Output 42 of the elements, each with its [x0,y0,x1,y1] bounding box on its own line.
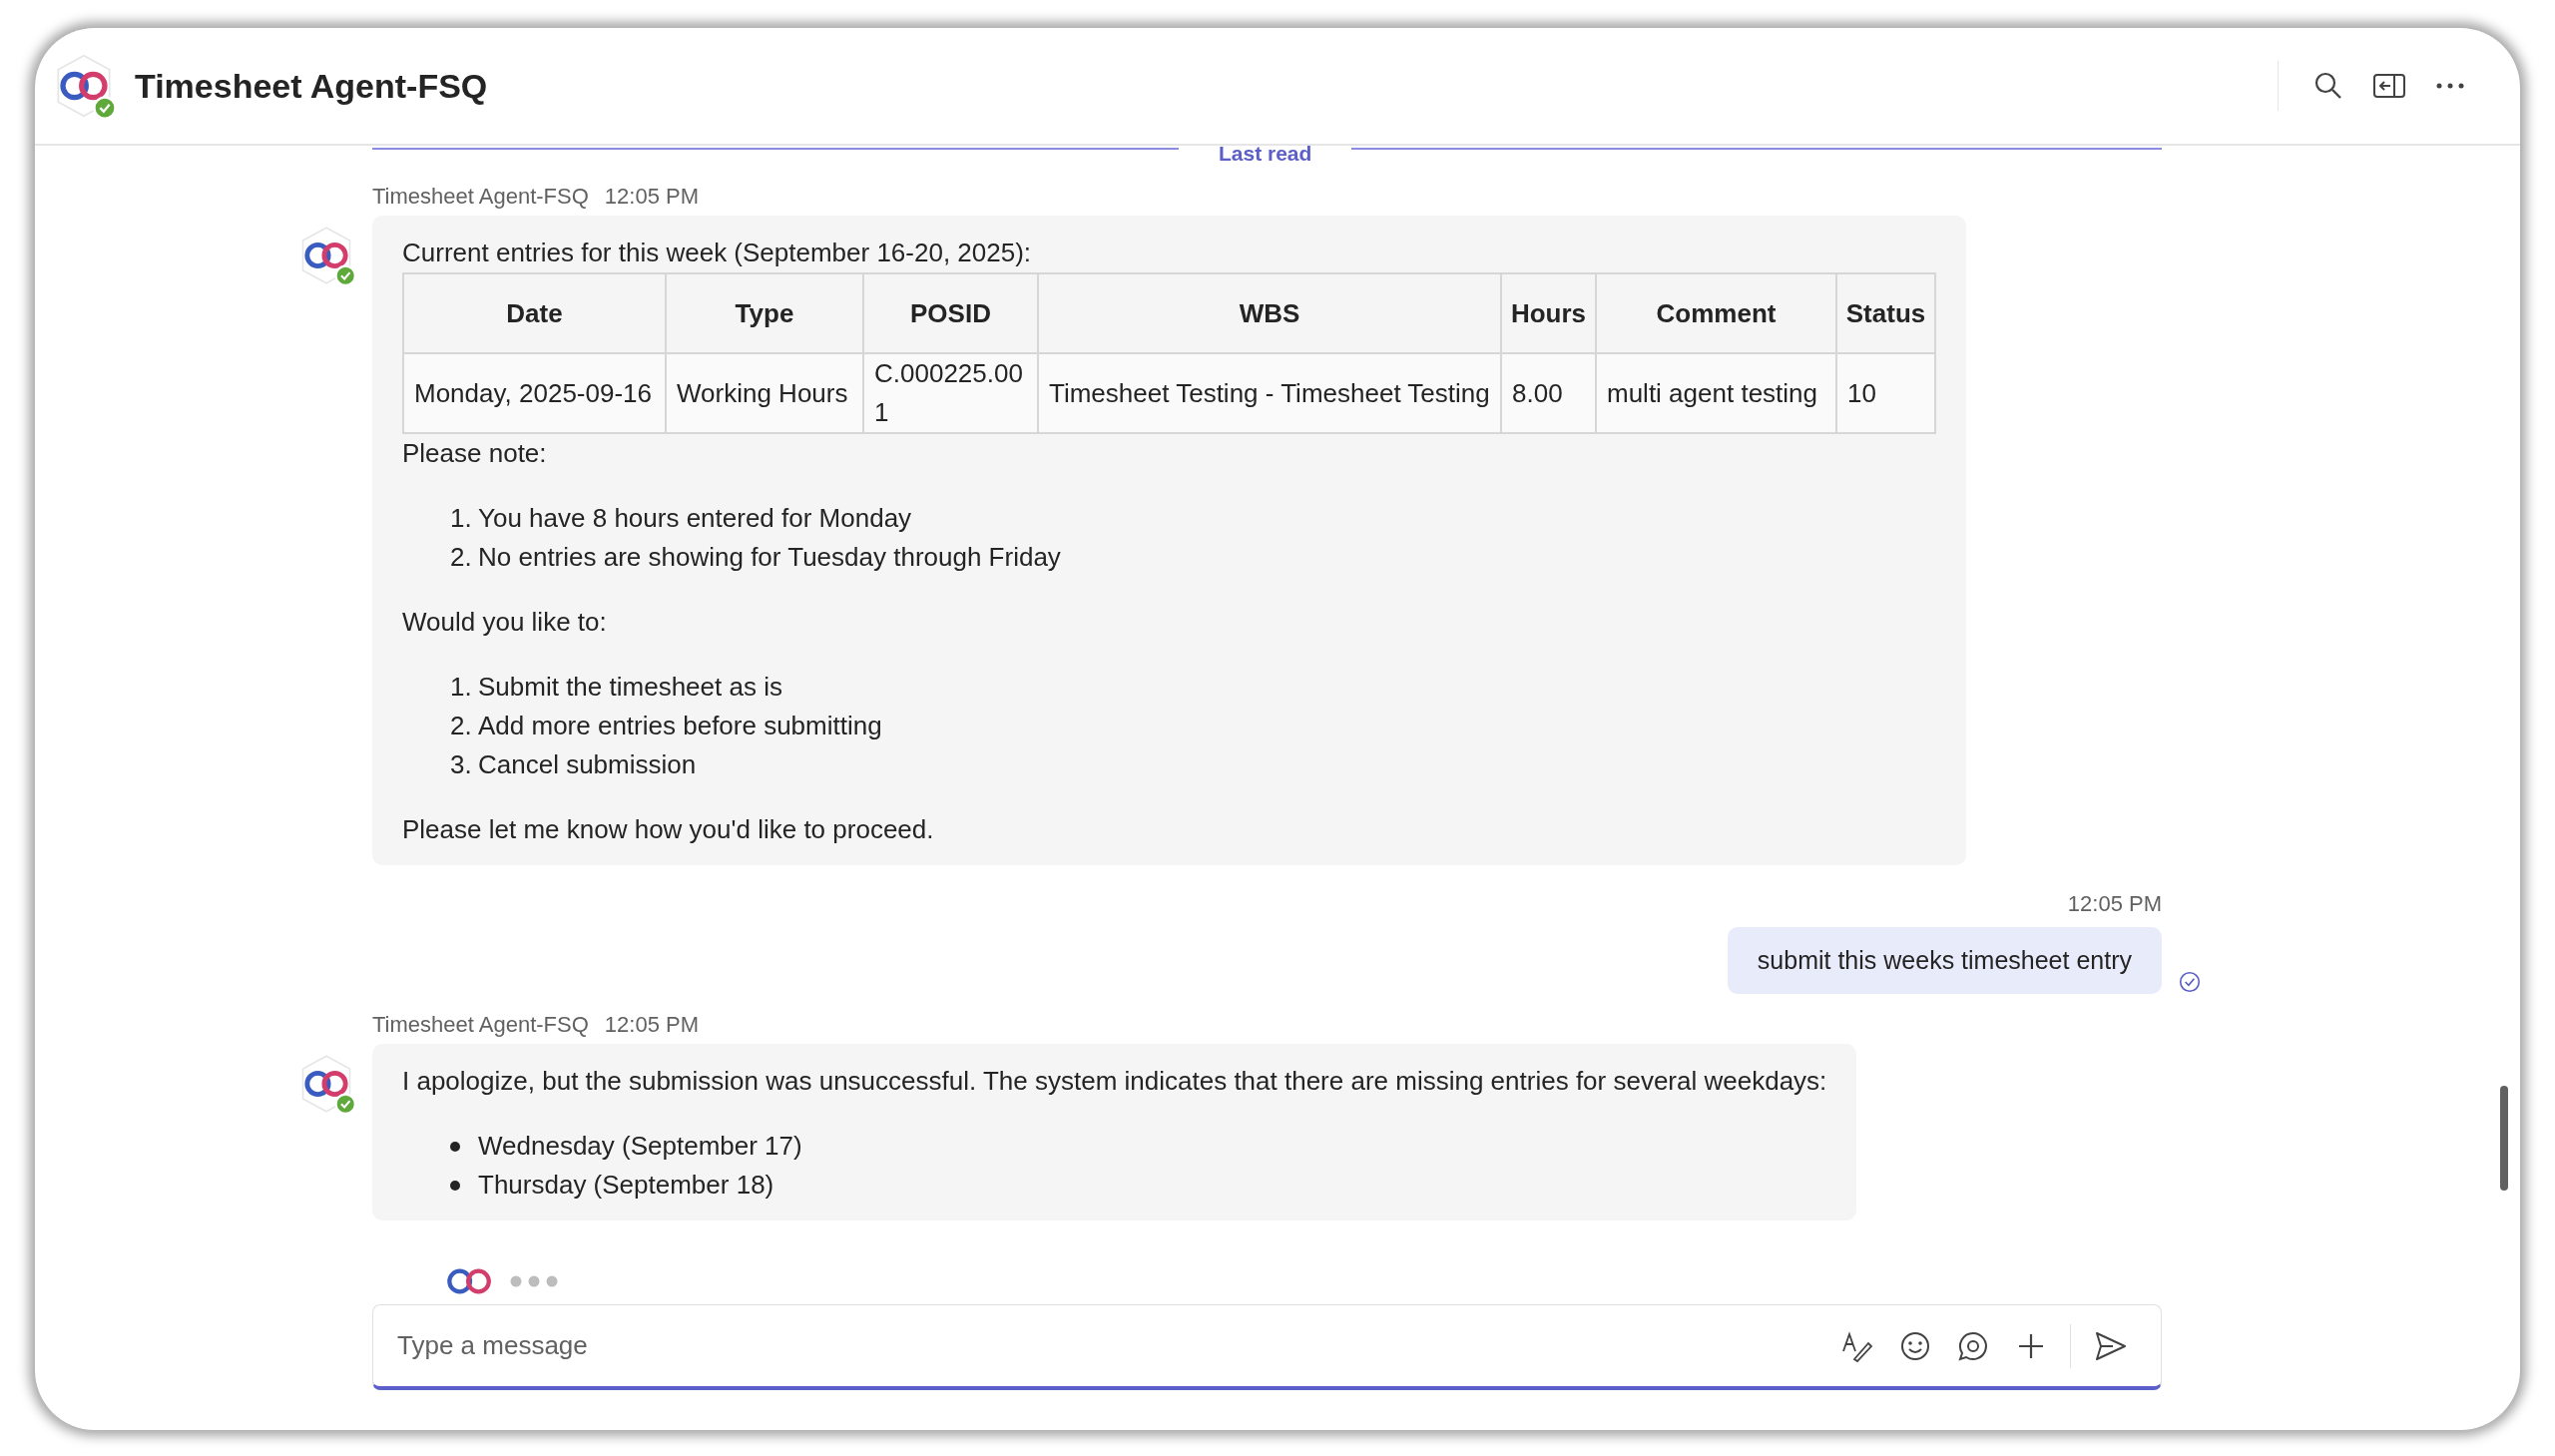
list-number: 3. [450,748,473,781]
column-header: WBS [1038,273,1501,353]
list-number: 1. [450,502,473,535]
table-cell: C.000225.001 [863,353,1038,433]
sender-name: Timesheet Agent-FSQ [372,184,589,210]
column-header: Date [403,273,666,353]
bullet-icon [450,1180,460,1191]
list-item: Add more entries before submitting [478,710,882,742]
list-number: 2. [450,710,473,742]
message-bubble: submit this weeks timesheet entry [1727,927,2162,994]
list-item: Thursday (September 18) [478,1169,774,1202]
message-text: I apologize, but the submission was unsuccessful. The system indicates that there are missing entries for several weekdays: [402,1065,1827,1098]
sender-name: Timesheet Agent-FSQ [372,1012,589,1038]
table-cell: Monday, 2025-09-16 [403,353,666,433]
list-number: 1. [450,671,473,704]
message-time: 12:05 PM [604,1012,699,1038]
message-time: 12:05 PM [604,184,699,210]
list-item: Cancel submission [478,748,697,781]
message-field[interactable]: Type a message [372,1304,2162,1390]
last-read-label: Last read [1219,146,1312,164]
bullet-icon [450,1141,460,1152]
list-item: You have 8 hours entered for Monday [478,502,912,535]
scrollbar-thumb[interactable] [2500,1086,2508,1191]
message-input[interactable]: Type a message [395,1329,1828,1362]
more-icon[interactable] [2434,82,2466,90]
message-text: Current entries for this week (September 16-20, 2025): [402,237,1033,269]
side-panel-icon[interactable] [2372,72,2406,100]
list-item: Submit the timesheet as is [478,671,782,704]
message-text: Please note: [402,437,548,470]
list-item: Wednesday (September 17) [478,1130,802,1163]
list-number: 2. [450,541,473,574]
table-cell: 10 [1836,353,1935,433]
chat-title: Timesheet Agent-FSQ [135,66,488,106]
table-cell: Working Hours [666,353,863,433]
table-cell: multi agent testing [1596,353,1836,433]
message-text: Please let me know how you'd like to proceed. [402,813,935,846]
message-text: Would you like to: [402,606,608,639]
table-cell: Timesheet Testing - Timesheet Testing [1038,353,1501,433]
table-cell: 8.00 [1501,353,1596,433]
list-item: No entries are showing for Tuesday through Friday [478,541,1061,574]
typing-dots-icon [509,1274,559,1288]
message-time: 12:05 PM [2067,891,2162,917]
